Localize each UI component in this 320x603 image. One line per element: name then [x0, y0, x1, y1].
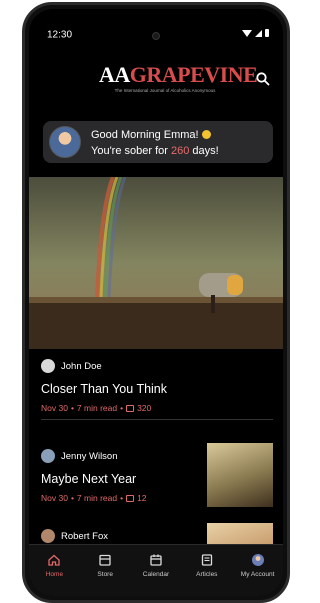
post-date: Nov 30 [41, 403, 68, 413]
tab-label: Calendar [142, 571, 170, 578]
author-name: Robert Fox [61, 530, 108, 542]
wifi-icon [242, 29, 252, 37]
app-screen: 12:30 AAGRAPEVINE The International Jour… [29, 9, 283, 596]
comment-icon [126, 494, 135, 502]
home-icon [48, 554, 61, 566]
post-thumbnail[interactable] [207, 443, 273, 507]
bottom-tab-bar: Home Store Calendar Articles My Account [29, 544, 283, 596]
tab-articles[interactable]: Articles [181, 545, 232, 596]
divider [41, 419, 273, 420]
articles-icon [201, 554, 212, 566]
greeting-card: Good Morning Emma! You're sober for 260 … [43, 121, 273, 163]
post-item-1[interactable]: John Doe Closer Than You Think Nov 30 • … [41, 359, 273, 413]
meta-separator: • [120, 493, 124, 503]
logo-grapevine: GRAPEVINE [129, 62, 258, 87]
logo-aa: AA [99, 62, 130, 87]
status-bar: 12:30 [29, 9, 283, 43]
comment-count: 12 [137, 493, 147, 503]
author-name: Jenny Wilson [61, 450, 118, 462]
tab-calendar[interactable]: Calendar [131, 545, 182, 596]
post-title[interactable]: Maybe Next Year [41, 472, 193, 486]
system-icons [242, 29, 269, 37]
author-avatar [41, 359, 55, 373]
tab-my-account[interactable]: My Account [232, 545, 283, 596]
rainbow-field-image [29, 177, 283, 349]
tab-label: Home [45, 571, 64, 578]
post-meta: Nov 30 • 7 min read • 12 [41, 493, 193, 503]
tab-label: Articles [196, 571, 218, 578]
greeting-line1: Good Morning Emma! [91, 129, 211, 141]
post-read-time: 7 min read [76, 493, 118, 503]
user-avatar[interactable] [49, 126, 81, 158]
author-name: John Doe [61, 360, 102, 372]
greeting-text: Good Morning Emma! [91, 129, 199, 141]
comment-icon [126, 404, 135, 412]
search-icon [256, 72, 270, 86]
author-avatar [41, 449, 55, 463]
sobriety-days: 260 [170, 145, 190, 157]
post-item-2[interactable]: Jenny Wilson Maybe Next Year Nov 30 • 7 … [41, 449, 193, 503]
sobriety-prefix: You're sober for [91, 145, 171, 157]
author-avatar [41, 529, 55, 543]
camera-cutout [152, 32, 160, 40]
meta-separator: • [120, 403, 124, 413]
post-title[interactable]: Closer Than You Think [41, 382, 273, 396]
search-button[interactable] [255, 71, 271, 87]
battery-icon [265, 29, 269, 37]
tab-store[interactable]: Store [80, 545, 131, 596]
app-header: AAGRAPEVINE The International Journal of… [29, 63, 283, 101]
phone-frame: 12:30 AAGRAPEVINE The International Jour… [22, 2, 290, 603]
tab-label: Store [97, 571, 113, 578]
calendar-icon [150, 554, 162, 566]
store-icon [99, 554, 111, 566]
sun-emoji-icon [201, 130, 211, 139]
post-date: Nov 30 [41, 493, 68, 503]
comment-count: 320 [137, 403, 152, 413]
logo-subtitle: The International Journal of Alcoholics … [114, 88, 216, 93]
meta-separator: • [70, 493, 74, 503]
featured-hero-image[interactable] [29, 177, 283, 349]
account-icon [251, 554, 264, 566]
sobriety-line: You're sober for 260 days! [91, 145, 219, 157]
meta-separator: • [70, 403, 74, 413]
signal-icon [255, 29, 262, 37]
tab-home[interactable]: Home [29, 545, 80, 596]
app-logo: AAGRAPEVINE The International Journal of… [99, 62, 258, 94]
post-read-time: 7 min read [76, 403, 118, 413]
status-time: 12:30 [47, 29, 73, 41]
tab-label: My Account [240, 571, 275, 578]
sobriety-suffix: days! [189, 145, 219, 157]
post-meta: Nov 30 • 7 min read • 320 [41, 403, 273, 413]
